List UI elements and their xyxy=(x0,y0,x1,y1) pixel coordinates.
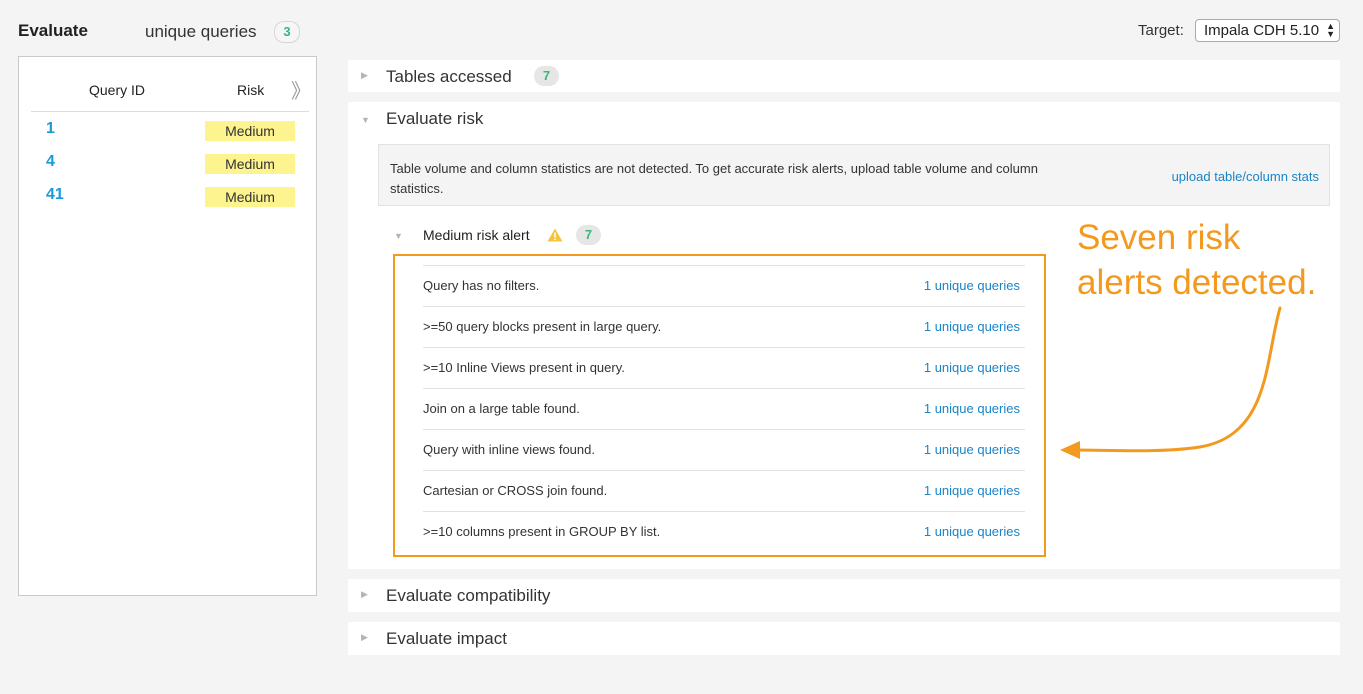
target-label: Target: xyxy=(1138,22,1184,39)
caret-right-icon: ▶ xyxy=(361,632,368,642)
section-title[interactable]: Evaluate risk xyxy=(386,109,483,129)
alert-text: >=50 query blocks present in large query… xyxy=(423,319,662,334)
section-title: Tables accessed xyxy=(386,67,512,86)
alert-text: Join on a large table found. xyxy=(423,401,580,416)
target-select[interactable]: Impala CDH 5.10 ▲ ▼ xyxy=(1195,19,1340,42)
alert-text: Query has no filters. xyxy=(423,278,540,293)
alert-text: >=10 columns present in GROUP BY list. xyxy=(423,524,661,539)
collapse-double-chevron-icon[interactable]: 》 xyxy=(291,75,311,104)
warning-triangle-icon xyxy=(547,228,563,242)
alert-queries-link[interactable]: 1 unique queries xyxy=(924,319,1020,334)
target-select-value: Impala CDH 5.10 xyxy=(1204,22,1320,39)
section-evaluate-compatibility[interactable]: ▶ Evaluate compatibility xyxy=(348,579,1340,612)
unique-queries-label: unique queries xyxy=(145,22,257,41)
section-title: Evaluate impact xyxy=(386,629,507,648)
alert-row: Cartesian or CROSS join found. 1 unique … xyxy=(423,470,1025,511)
query-id-link[interactable]: 41 xyxy=(46,186,64,204)
risk-badge: Medium xyxy=(205,154,295,174)
caret-down-icon[interactable]: ▼ xyxy=(361,115,370,125)
query-list-panel: Query ID Risk 》 1 Medium 4 Medium 41 Med… xyxy=(18,56,317,596)
caret-down-icon[interactable]: ▼ xyxy=(394,231,403,241)
select-arrows-icon: ▲ ▼ xyxy=(1326,21,1335,39)
alert-queries-link[interactable]: 1 unique queries xyxy=(924,442,1020,457)
annotation-line-1: Seven risk xyxy=(1077,218,1241,257)
column-header-query-id[interactable]: Query ID xyxy=(89,82,145,98)
alert-queries-link[interactable]: 1 unique queries xyxy=(924,360,1020,375)
alert-row: >=10 columns present in GROUP BY list. 1… xyxy=(423,511,1025,552)
header-divider xyxy=(31,111,309,112)
alert-row: >=10 Inline Views present in query. 1 un… xyxy=(423,347,1025,388)
tables-count-badge: 7 xyxy=(534,66,559,86)
alert-count-badge: 7 xyxy=(576,225,601,245)
alert-row: Join on a large table found. 1 unique qu… xyxy=(423,388,1025,429)
annotation-callout: Seven risk alerts detected. xyxy=(1077,215,1347,305)
alert-text: Cartesian or CROSS join found. xyxy=(423,483,608,498)
risk-badge: Medium xyxy=(205,121,295,141)
page-title: Evaluate xyxy=(18,21,88,40)
caret-right-icon: ▶ xyxy=(361,589,368,599)
risk-badge: Medium xyxy=(205,187,295,207)
section-evaluate-impact[interactable]: ▶ Evaluate impact xyxy=(348,622,1340,655)
alert-text: Query with inline views found. xyxy=(423,442,595,457)
annotation-line-2: alerts detected. xyxy=(1077,263,1317,302)
upload-stats-link[interactable]: upload table/column stats xyxy=(1172,169,1319,184)
alert-queries-link[interactable]: 1 unique queries xyxy=(924,278,1020,293)
unique-queries-count-badge: 3 xyxy=(274,21,300,43)
caret-right-icon: ▶ xyxy=(361,70,368,80)
alert-group-title[interactable]: Medium risk alert xyxy=(423,227,530,243)
query-id-link[interactable]: 4 xyxy=(46,153,55,171)
alert-row: Query with inline views found. 1 unique … xyxy=(423,429,1025,470)
alert-text: >=10 Inline Views present in query. xyxy=(423,360,625,375)
alert-queries-link[interactable]: 1 unique queries xyxy=(924,483,1020,498)
column-header-risk[interactable]: Risk xyxy=(237,82,264,98)
stats-notice-text: Table volume and column statistics are n… xyxy=(390,161,1038,196)
alert-row: Query has no filters. 1 unique queries xyxy=(423,265,1025,306)
stats-notice: Table volume and column statistics are n… xyxy=(378,144,1330,206)
alert-queries-link[interactable]: 1 unique queries xyxy=(924,401,1020,416)
alert-list-highlight: Query has no filters. 1 unique queries >… xyxy=(393,254,1046,557)
alert-row: >=50 query blocks present in large query… xyxy=(423,306,1025,347)
section-tables-accessed[interactable]: ▶ Tables accessed 7 xyxy=(348,60,1340,92)
annotation-arrow-icon xyxy=(1060,306,1282,459)
alert-queries-link[interactable]: 1 unique queries xyxy=(924,524,1020,539)
section-title: Evaluate compatibility xyxy=(386,586,551,605)
query-id-link[interactable]: 1 xyxy=(46,120,55,138)
